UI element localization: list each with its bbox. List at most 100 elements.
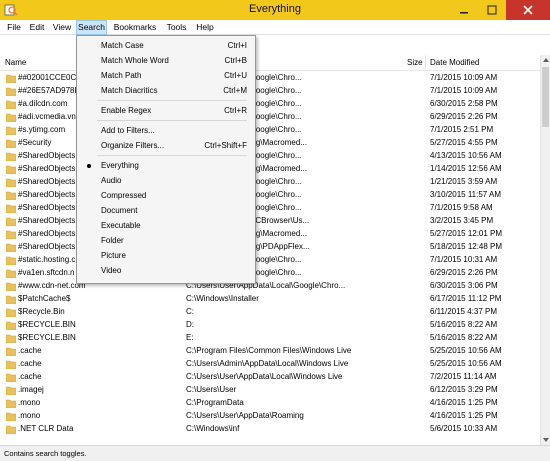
- folder-icon: [6, 100, 16, 109]
- scroll-up-arrow-icon[interactable]: [541, 55, 550, 65]
- table-row[interactable]: .cache C:\Users\Admin\AppData\Local\Windo…: [0, 358, 540, 371]
- status-text: Contains search toggles.: [4, 449, 87, 458]
- scroll-down-arrow-icon[interactable]: [541, 435, 550, 445]
- title-bar: Everything: [0, 0, 550, 20]
- file-path: C:\Program Files\Common Files\Windows Li…: [186, 346, 352, 355]
- menu-item-shortcut: Ctrl+Shift+F: [204, 141, 247, 150]
- menu-item-match-whole-word[interactable]: Match Whole Word Ctrl+B: [77, 53, 255, 68]
- file-path: C:\Users\User: [186, 385, 237, 394]
- menu-item-match-case[interactable]: Match Case Ctrl+I: [77, 38, 255, 53]
- folder-icon: [6, 113, 16, 122]
- folder-icon: [6, 256, 16, 265]
- menu-item-label: Match Path: [101, 71, 142, 80]
- menu-item-shortcut: Ctrl+I: [227, 41, 247, 50]
- folder-icon: [6, 191, 16, 200]
- file-name: .imagej: [18, 385, 44, 394]
- menu-item-enable-regex[interactable]: Enable Regex Ctrl+R: [77, 103, 255, 118]
- table-row[interactable]: $RECYCLE.BIN D: 5/16/2015 8:22 AM: [0, 319, 540, 332]
- folder-icon: [6, 412, 16, 421]
- table-row[interactable]: .NET CLR Data C:\Windows\inf 5/6/2015 10:3…: [0, 423, 540, 436]
- file-date: 7/1/2015 9:58 AM: [430, 203, 493, 212]
- table-row[interactable]: $PatchCache$ C:\Windows\Installer 6/17/201…: [0, 293, 540, 306]
- menu-edit[interactable]: Edit: [27, 20, 47, 35]
- menu-file[interactable]: File: [4, 20, 24, 35]
- menu-help[interactable]: Help: [193, 20, 217, 35]
- file-date: 6/17/2015 11:12 PM: [430, 294, 502, 303]
- menu-item-add-to-filters[interactable]: Add to Filters...: [77, 123, 255, 138]
- menu-item-label: Picture: [101, 251, 126, 260]
- menu-item-filter-video[interactable]: Video: [77, 263, 255, 278]
- file-name: $RECYCLE.BIN: [18, 320, 76, 329]
- column-name[interactable]: Name: [5, 58, 26, 67]
- menu-item-match-path[interactable]: Match Path Ctrl+U: [77, 68, 255, 83]
- menu-item-label: Audio: [101, 176, 122, 185]
- menu-item-filter-document[interactable]: Document: [77, 203, 255, 218]
- menu-item-shortcut: Ctrl+B: [224, 56, 247, 65]
- menu-item-organize-filters[interactable]: Organize Filters... Ctrl+Shift+F: [77, 138, 255, 153]
- column-date-modified[interactable]: Date Modified: [430, 58, 479, 67]
- table-row[interactable]: .cache C:\Program Files\Common Files\Wind…: [0, 345, 540, 358]
- folder-icon: [6, 230, 16, 239]
- file-date: 3/10/2015 11:57 AM: [430, 190, 502, 199]
- file-date: 6/30/2015 2:58 PM: [430, 99, 498, 108]
- maximize-button[interactable]: [478, 0, 506, 20]
- folder-icon: [6, 399, 16, 408]
- folder-icon: [6, 269, 16, 278]
- menu-item-label: Match Whole Word: [101, 56, 169, 65]
- menu-item-shortcut: Ctrl+M: [223, 86, 247, 95]
- vertical-scrollbar[interactable]: [540, 55, 550, 445]
- menu-bookmarks[interactable]: Bookmarks: [109, 20, 161, 35]
- file-name: .mono: [18, 398, 41, 407]
- menu-item-shortcut: Ctrl+R: [224, 106, 247, 115]
- scrollbar-thumb[interactable]: [542, 67, 549, 127]
- menu-search[interactable]: Search: [76, 20, 107, 35]
- file-date: 6/12/2015 3:29 PM: [430, 385, 498, 394]
- table-row[interactable]: $Recycle.Bin C: 6/11/2015 4:37 PM: [0, 306, 540, 319]
- menu-tools[interactable]: Tools: [163, 20, 190, 35]
- file-name: $RECYCLE.BIN: [18, 333, 76, 342]
- minimize-icon: [460, 12, 468, 14]
- menu-view[interactable]: View: [50, 20, 74, 35]
- menu-item-label: Compressed: [101, 191, 147, 200]
- menu-item-match-diacritics[interactable]: Match Diacritics Ctrl+M: [77, 83, 255, 98]
- close-icon: [523, 5, 533, 15]
- file-path: C:\ProgramData: [186, 398, 244, 407]
- file-name: .cache: [18, 346, 42, 355]
- folder-icon: [6, 165, 16, 174]
- table-row[interactable]: .mono C:\ProgramData 4/16/2015 1:25 PM: [0, 397, 540, 410]
- file-path: C:\Windows\inf: [186, 424, 240, 433]
- menu-item-label: Document: [101, 206, 138, 215]
- table-row[interactable]: $RECYCLE.BIN E: 5/16/2015 8:22 AM: [0, 332, 540, 345]
- folder-icon: [6, 425, 16, 434]
- file-date: 5/18/2015 12:48 PM: [430, 242, 503, 251]
- file-date: 6/11/2015 4:37 PM: [430, 307, 498, 316]
- folder-icon: [6, 295, 16, 304]
- folder-icon: [6, 373, 16, 382]
- file-date: 7/1/2015 10:09 AM: [430, 86, 498, 95]
- close-button[interactable]: [506, 0, 550, 20]
- file-date: 4/16/2015 1:25 PM: [430, 411, 498, 420]
- menu-item-label: Everything: [101, 161, 139, 170]
- menu-separator: [97, 120, 247, 121]
- file-date: 5/25/2015 10:56 AM: [430, 346, 502, 355]
- file-date: 6/29/2015 2:26 PM: [430, 112, 498, 121]
- menu-item-filter-everything[interactable]: Everything: [77, 158, 255, 173]
- folder-icon: [6, 360, 16, 369]
- menu-item-filter-picture[interactable]: Picture: [77, 248, 255, 263]
- menu-separator: [97, 100, 247, 101]
- menu-item-filter-compressed[interactable]: Compressed: [77, 188, 255, 203]
- menu-item-filter-executable[interactable]: Executable: [77, 218, 255, 233]
- table-row[interactable]: .imagej C:\Users\User 6/12/2015 3:29 PM: [0, 384, 540, 397]
- minimize-button[interactable]: [450, 0, 478, 20]
- column-divider[interactable]: [425, 55, 426, 71]
- file-date: 4/16/2015 1:25 PM: [430, 398, 498, 407]
- menu-item-filter-audio[interactable]: Audio: [77, 173, 255, 188]
- menu-item-filter-folder[interactable]: Folder: [77, 233, 255, 248]
- menu-item-label: Add to Filters...: [101, 126, 155, 135]
- folder-icon: [6, 282, 16, 291]
- menu-item-label: Match Diacritics: [101, 86, 158, 95]
- column-size[interactable]: Size: [407, 58, 423, 67]
- table-row[interactable]: .mono C:\Users\User\AppData\Roaming 4/16/2…: [0, 410, 540, 423]
- menu-item-label: Enable Regex: [101, 106, 152, 115]
- table-row[interactable]: .cache C:\Users\User\AppData\Local\Window…: [0, 371, 540, 384]
